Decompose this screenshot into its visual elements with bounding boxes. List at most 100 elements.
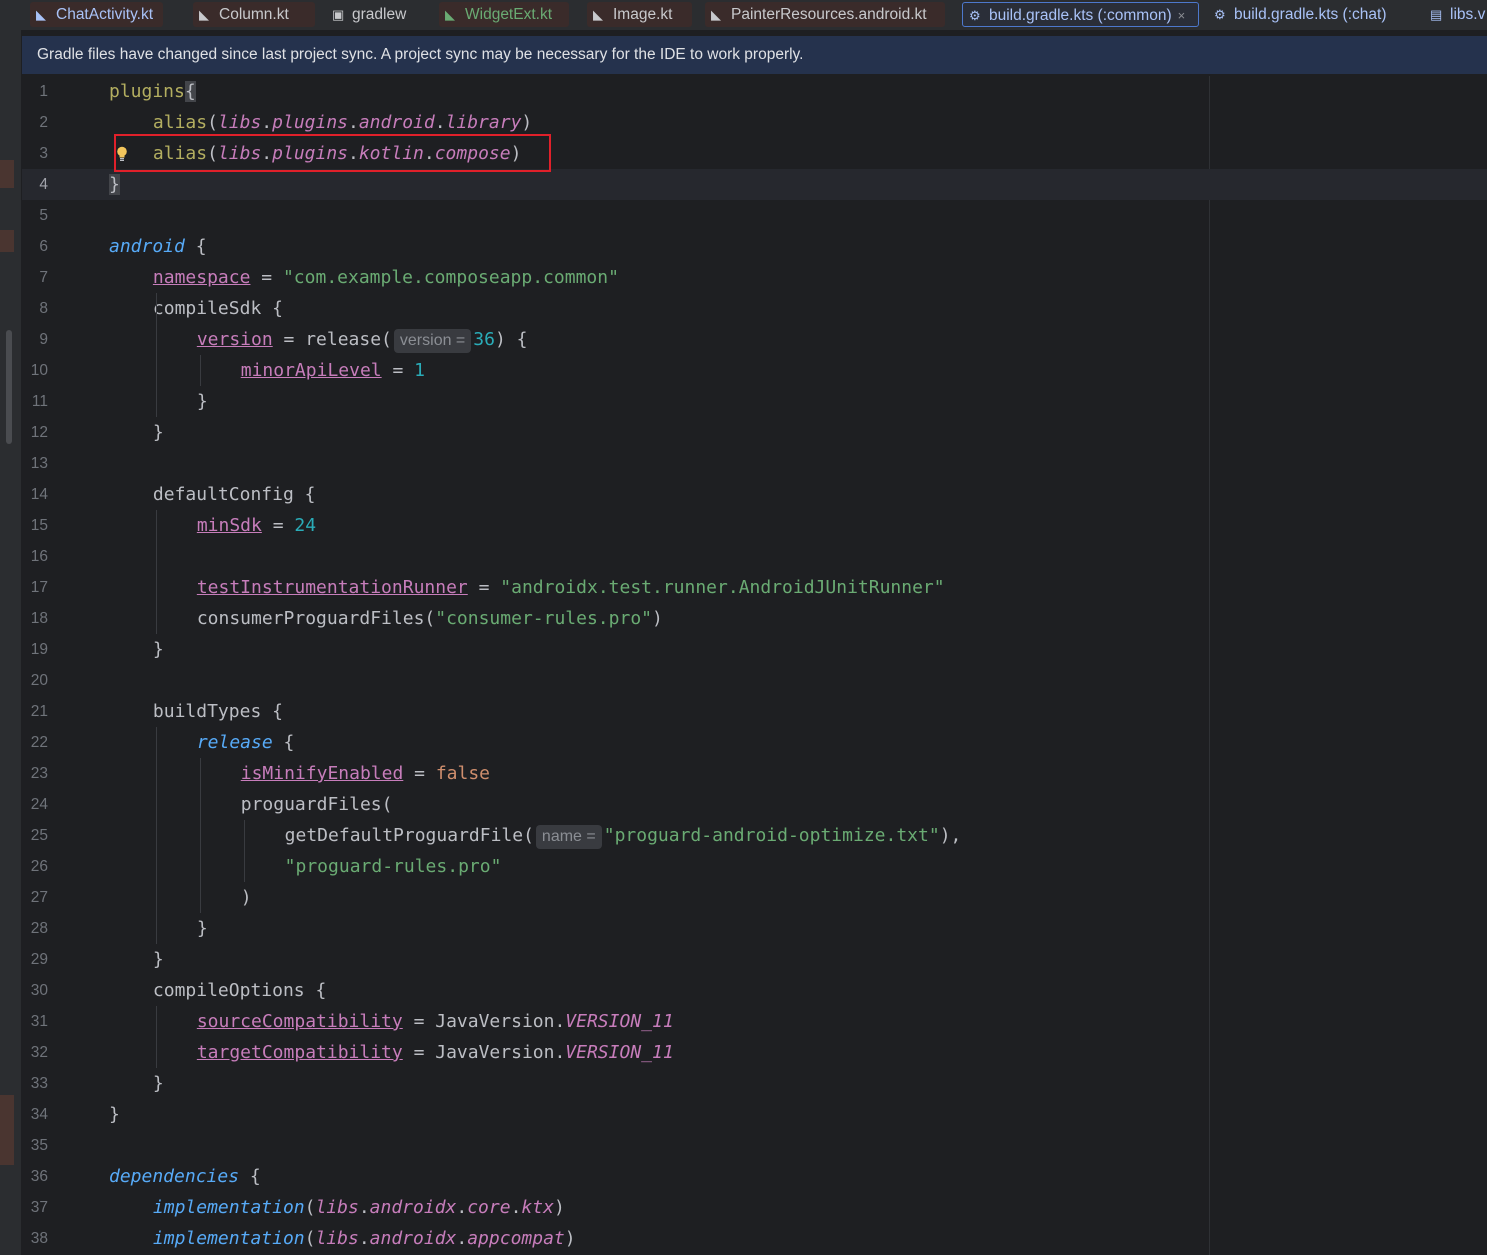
code-token: = (261, 515, 295, 536)
close-icon[interactable]: × (1178, 8, 1186, 23)
code-line[interactable]: 13 (22, 448, 1487, 479)
code-token: core (467, 1197, 511, 1218)
code-text: } (109, 1099, 120, 1130)
code-line[interactable]: 27) (22, 882, 1487, 913)
code-token: "consumer-rules.pro" (435, 608, 652, 629)
parameter-hint: name = (535, 825, 602, 849)
code-token: 1 (414, 360, 425, 381)
code-text: sourceCompatibility = JavaVersion.VERSIO… (109, 1006, 674, 1037)
line-number: 1 (39, 83, 48, 100)
code-line[interactable]: 18 consumerProguardFiles("consumer-rules.… (22, 603, 1487, 634)
code-line[interactable]: 29} (22, 944, 1487, 975)
line-number: 32 (30, 1044, 48, 1061)
line-number: 17 (30, 579, 48, 596)
code-token: android (358, 112, 435, 133)
code-line[interactable]: 24 proguardFiles( (22, 789, 1487, 820)
code-line[interactable]: 22 release { (22, 727, 1487, 758)
code-line[interactable]: 32 targetCompatibility = JavaVersion.VERS… (22, 1037, 1487, 1068)
indent-guide (199, 355, 201, 386)
code-text: minSdk = 24 (109, 510, 316, 541)
code-text: targetCompatibility = JavaVersion.VERSIO… (109, 1037, 674, 1068)
code-line[interactable]: 25 getDefaultProguardFile(name = "proguard… (22, 820, 1487, 851)
code-line[interactable]: 4} (22, 169, 1487, 200)
indent-guide (155, 727, 157, 944)
code-line[interactable]: 20 (22, 665, 1487, 696)
code-line[interactable]: 30 compileOptions { (22, 975, 1487, 1006)
line-number: 29 (30, 951, 48, 968)
code-line[interactable]: 17 testInstrumentationRunner = "androidx.… (22, 572, 1487, 603)
code-line[interactable]: 21 buildTypes { (22, 696, 1487, 727)
gradle-icon: ⚙ (1214, 7, 1226, 22)
tab-column-kt[interactable]: ◣ Column.kt (193, 2, 315, 27)
line-number: 3 (39, 145, 48, 162)
code-text: consumerProguardFiles("consumer-rules.pr… (109, 603, 663, 634)
indent-guide (199, 758, 201, 913)
code-token: ktx (521, 1197, 554, 1218)
code-text: } (109, 944, 164, 975)
code-token: libs (315, 1228, 359, 1249)
code-line[interactable]: 33} (22, 1068, 1487, 1099)
code-line[interactable]: 7 namespace = "com.example.composeapp.com… (22, 262, 1487, 293)
code-line[interactable]: 26 "proguard-rules.pro" (22, 851, 1487, 882)
code-token: "com.example.composeapp.common" (282, 267, 619, 288)
code-line[interactable]: 31 sourceCompatibility = JavaVersion.VERS… (22, 1006, 1487, 1037)
matched-brace: { (184, 81, 196, 102)
code-token: "proguard-rules.pro" (284, 856, 502, 877)
code-line[interactable]: 10 minorApiLevel = 1 (22, 355, 1487, 386)
code-token: minorApiLevel (240, 360, 382, 381)
code-token: sourceCompatibility (196, 1011, 403, 1032)
tab-build-gradle-kts-common[interactable]: ⚙ build.gradle.kts (:common) × (962, 2, 1199, 27)
code-line[interactable]: 34} (22, 1099, 1487, 1130)
code-line[interactable]: 12} (22, 417, 1487, 448)
code-token: ) (553, 1197, 565, 1218)
code-token: androidx (369, 1228, 457, 1249)
code-line[interactable]: 28} (22, 913, 1487, 944)
line-number: 19 (30, 641, 48, 658)
code-line[interactable]: 23 isMinifyEnabled = false (22, 758, 1487, 789)
code-line[interactable]: 8 compileSdk { (22, 293, 1487, 324)
code-token: consumerProguardFiles( (196, 608, 436, 629)
code-line[interactable]: 16 (22, 541, 1487, 572)
code-line[interactable]: 15 minSdk = 24 (22, 510, 1487, 541)
code-token: minSdk (196, 515, 262, 536)
code-text: release { (109, 727, 295, 758)
code-token: getDefaultProguardFile( (284, 825, 534, 846)
code-line[interactable]: 6 android { (22, 231, 1487, 262)
scrollbar-thumb[interactable] (6, 330, 12, 444)
code-token: = JavaVersion. (402, 1042, 566, 1063)
code-line[interactable]: 35 (22, 1130, 1487, 1161)
tab-widgetext-kt[interactable]: ◣ WidgetExt.kt (439, 2, 569, 27)
code-line[interactable]: 9 version = release(version = 36) { (22, 324, 1487, 355)
code-token: ) (521, 112, 533, 133)
code-token: . (358, 1197, 370, 1218)
line-number: 11 (31, 393, 48, 410)
code-line[interactable]: 37 implementation(libs.androidx.core.ktx) (22, 1192, 1487, 1223)
code-line[interactable]: 38 implementation(libs.androidx.appcompat… (22, 1223, 1487, 1254)
code-line[interactable]: 36 dependencies { (22, 1161, 1487, 1192)
tab-gradlew[interactable]: ▣ gradlew (326, 2, 421, 27)
code-token: ( (304, 1228, 316, 1249)
tab-chatactivity-kt[interactable]: ◣ ChatActivity.kt (30, 2, 163, 27)
code-token: } (196, 918, 208, 939)
tab-libs-v[interactable]: ▤ libs.v (1424, 2, 1487, 27)
code-line[interactable]: 1 plugins{ (22, 76, 1487, 107)
tab-painterresources-android-kt[interactable]: ◣ PainterResources.android.kt (705, 2, 945, 27)
code-line[interactable]: 19} (22, 634, 1487, 665)
code-text: compileOptions { (109, 975, 326, 1006)
line-number: 33 (30, 1075, 48, 1092)
tab-build-gradle-kts-chat[interactable]: ⚙ build.gradle.kts (:chat) (1208, 2, 1408, 27)
parameter-hint: version = (393, 329, 472, 353)
gradle-sync-banner-text: Gradle files have changed since last pro… (37, 46, 804, 63)
code-line[interactable]: 5 (22, 200, 1487, 231)
code-text: getDefaultProguardFile(name = "proguard-a… (109, 820, 961, 851)
tab-image-kt[interactable]: ◣ Image.kt (587, 2, 692, 27)
line-number: 2 (39, 114, 48, 131)
error-stripe-mark (0, 230, 14, 252)
line-number: 30 (30, 982, 48, 999)
line-number: 37 (30, 1199, 48, 1216)
code-token: ) (652, 608, 663, 629)
code-line[interactable]: 14 defaultConfig { (22, 479, 1487, 510)
code-line[interactable]: 11} (22, 386, 1487, 417)
code-token: VERSION_11 (565, 1042, 674, 1063)
indent-guide (243, 820, 245, 882)
